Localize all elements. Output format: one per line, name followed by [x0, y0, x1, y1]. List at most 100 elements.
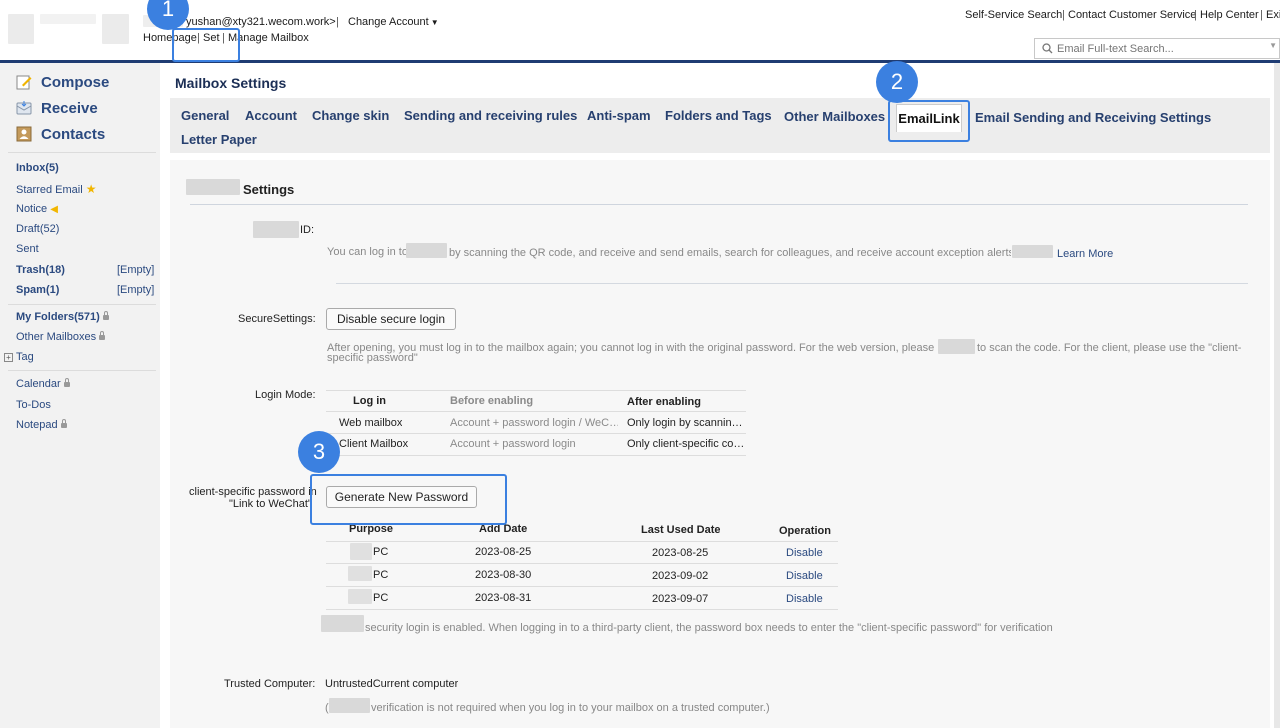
- disable-secure-login-button[interactable]: Disable secure login: [326, 308, 456, 330]
- notepad-label: Notepad: [16, 419, 58, 431]
- caret-down-icon: ▼: [430, 18, 439, 27]
- sidebar-item-my-folders[interactable]: My Folders(571): [16, 311, 109, 323]
- pw-add-date: 2023-08-25: [475, 546, 532, 558]
- compose-button[interactable]: Compose: [16, 71, 109, 93]
- self-service-search-link[interactable]: Self-Service Search: [965, 9, 1062, 21]
- contacts-label: Contacts: [41, 125, 106, 143]
- tab-anti-spam[interactable]: Anti-spam: [587, 108, 651, 123]
- settings-tabs: General Account Change skin Sending and …: [170, 98, 1270, 153]
- fulltext-search-box[interactable]: ▼: [1034, 38, 1280, 59]
- pw-last-used: 2023-08-25: [652, 547, 709, 559]
- top-sep: |: [1194, 9, 1197, 21]
- search-dropdown-icon[interactable]: ▼: [1269, 41, 1277, 50]
- sidebar-item-trash[interactable]: Trash(18): [16, 264, 65, 276]
- pw-purpose: PC: [373, 569, 389, 581]
- empty-spam-link[interactable]: [Empty]: [117, 284, 154, 296]
- tab-other-mailboxes[interactable]: Other Mailboxes: [784, 109, 885, 124]
- tab-general[interactable]: General: [181, 108, 229, 123]
- sidebar-divider: [8, 152, 156, 153]
- redacted-text: [406, 243, 447, 258]
- sidebar-item-sent[interactable]: Sent: [16, 243, 39, 255]
- lock-icon: [60, 419, 67, 428]
- scrollbar[interactable]: [1274, 63, 1280, 728]
- callout-highlight-emaillink: [888, 100, 970, 142]
- empty-trash-link[interactable]: [Empty]: [117, 264, 154, 276]
- disable-password-link[interactable]: Disable: [786, 547, 823, 559]
- sidebar-item-notepad[interactable]: Notepad: [16, 419, 67, 431]
- redacted-text: [321, 615, 364, 632]
- fulltext-search-input[interactable]: [1057, 41, 1257, 56]
- exit-link[interactable]: Exi: [1266, 9, 1280, 21]
- contacts-icon: [16, 126, 32, 142]
- sidebar-item-inbox[interactable]: Inbox(5): [16, 162, 59, 174]
- sidebar-item-todos[interactable]: To-Dos: [16, 399, 51, 411]
- sidebar-divider: [8, 304, 156, 305]
- tab-folders-tags[interactable]: Folders and Tags: [665, 108, 772, 123]
- tab-letter-paper[interactable]: Letter Paper: [181, 132, 257, 147]
- id-desc-b: by scanning the QR code, and receive and…: [449, 247, 1011, 259]
- secure-desc-c: specific password": [327, 352, 418, 364]
- sidebar-item-tag[interactable]: + Tag: [4, 351, 34, 363]
- table-rule: [326, 609, 838, 610]
- pw-purpose: PC: [373, 592, 389, 604]
- tab-change-skin[interactable]: Change skin: [312, 108, 389, 123]
- learn-more-link[interactable]: Learn More: [1057, 248, 1113, 260]
- receive-button[interactable]: Receive: [16, 97, 98, 119]
- header-sep: |: [336, 16, 339, 28]
- callout-highlight-generate: [310, 474, 507, 525]
- speaker-icon: ◀: [50, 204, 58, 215]
- pw-add-date: 2023-08-31: [475, 592, 532, 604]
- callout-badge-2: 2: [876, 61, 918, 103]
- nav-manage-mailbox[interactable]: Manage Mailbox: [228, 32, 309, 44]
- contact-customer-service-link[interactable]: Contact Customer Service: [1068, 9, 1196, 21]
- tab-email-sending-receiving-settings[interactable]: Email Sending and Receiving Settings: [975, 110, 1211, 125]
- pw-last-used: 2023-09-02: [652, 570, 709, 582]
- tab-sending-receiving-rules[interactable]: Sending and receiving rules: [404, 108, 577, 123]
- redacted-text: [1012, 245, 1053, 258]
- receive-label: Receive: [41, 99, 98, 117]
- logo-text-blur: [40, 14, 96, 24]
- disable-password-link[interactable]: Disable: [786, 570, 823, 582]
- expand-icon[interactable]: +: [4, 353, 13, 362]
- top-sep: |: [1062, 9, 1065, 21]
- section-divider: [190, 204, 1248, 205]
- redacted-text: [348, 589, 372, 604]
- disable-password-link[interactable]: Disable: [786, 593, 823, 605]
- help-center-link[interactable]: Help Center: [1200, 9, 1259, 21]
- sidebar-divider: [8, 370, 156, 371]
- table-rule: [326, 586, 838, 587]
- other-mailboxes-label: Other Mailboxes: [16, 331, 97, 343]
- change-account-label: Change Account: [348, 16, 429, 28]
- lock-icon: [102, 311, 109, 320]
- id-label: ID:: [300, 224, 315, 236]
- secure-desc-a: After opening, you must log in to the ma…: [327, 342, 937, 354]
- sidebar-item-starred[interactable]: Starred Email ★: [16, 182, 96, 196]
- row-divider: [336, 283, 1248, 284]
- login-table-cell: Only login by scannin…: [627, 417, 743, 429]
- star-icon: ★: [85, 182, 97, 196]
- login-table-cell: Only client-specific co…: [627, 438, 743, 450]
- secure-desc-b: to scan the code. For the client, please…: [977, 342, 1242, 354]
- redacted-text: [186, 179, 240, 195]
- callout-highlight-set: [172, 28, 240, 62]
- sidebar-item-draft[interactable]: Draft(52): [16, 223, 59, 235]
- trusted-computer-value: UntrustedCurrent computer: [325, 678, 459, 690]
- table-rule: [326, 541, 838, 542]
- csp-label-b: "Link to WeChat": [229, 498, 312, 510]
- sidebar-item-other-mailboxes[interactable]: Other Mailboxes: [16, 331, 106, 343]
- login-table-header: After enabling: [627, 396, 701, 408]
- redacted-text: [938, 339, 975, 354]
- sidebar-item-calendar[interactable]: Calendar: [16, 378, 70, 390]
- login-table-cell: Account + password login: [450, 438, 576, 450]
- change-account-link[interactable]: Change Account ▼: [348, 16, 439, 28]
- login-table-header: Log in: [353, 395, 386, 407]
- sidebar-item-notice[interactable]: Notice ◀: [16, 203, 58, 215]
- contacts-button[interactable]: Contacts: [16, 123, 105, 145]
- login-table-cell: Account + password login / WeC…: [450, 417, 618, 429]
- redacted-text: [253, 221, 299, 238]
- pw-purpose: PC: [373, 546, 389, 558]
- sidebar-item-spam[interactable]: Spam(1): [16, 284, 59, 296]
- pw-table-header: Operation: [779, 525, 831, 537]
- tab-account[interactable]: Account: [245, 108, 297, 123]
- table-rule: [326, 433, 746, 434]
